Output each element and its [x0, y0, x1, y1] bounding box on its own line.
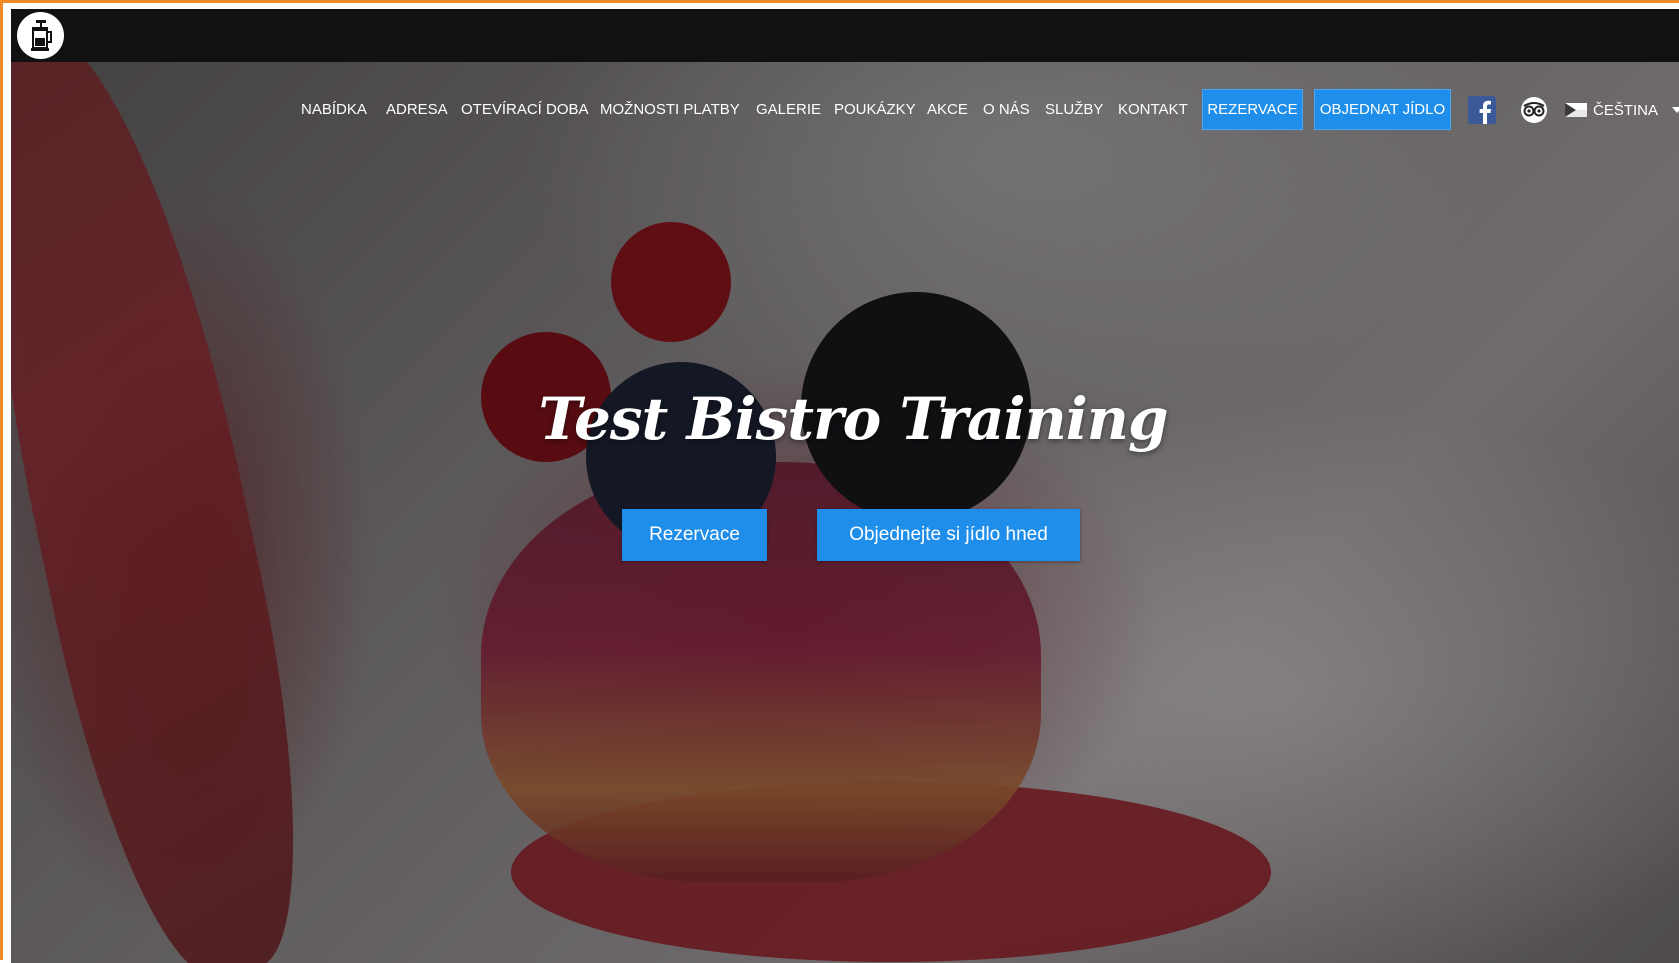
nav-item-kontakt[interactable]: KONTAKT	[1118, 88, 1188, 132]
browser-frame: NABÍDKA ADRESA OTEVÍRACÍ DOBA MOŽNOSTI P…	[0, 0, 1679, 963]
nav-item-poukazky[interactable]: POUKÁZKY	[834, 88, 916, 132]
top-bar	[11, 9, 1679, 62]
language-label: ČEŠTINA	[1593, 101, 1659, 119]
hero-reservation-button[interactable]: Rezervace	[622, 509, 767, 561]
order-food-button[interactable]: OBJEDNAT JÍDLO	[1314, 89, 1451, 130]
tripadvisor-icon	[1521, 97, 1547, 123]
chevron-down-icon	[1672, 107, 1679, 113]
main-navigation: NABÍDKA ADRESA OTEVÍRACÍ DOBA MOŽNOSTI P…	[3, 88, 1679, 132]
facebook-link[interactable]	[1468, 96, 1496, 124]
reservation-button[interactable]: REZERVACE	[1202, 89, 1303, 130]
nav-item-akce[interactable]: AKCE	[927, 88, 968, 132]
tripadvisor-link[interactable]	[1520, 96, 1548, 124]
hero-order-button[interactable]: Objednejte si jídlo hned	[817, 509, 1080, 561]
language-selector[interactable]: ČEŠTINA	[1565, 88, 1679, 132]
facebook-icon	[1468, 96, 1496, 124]
nav-item-o-nas[interactable]: O NÁS	[983, 88, 1030, 132]
nav-item-galerie[interactable]: GALERIE	[756, 88, 821, 132]
site-logo[interactable]	[17, 12, 64, 59]
nav-item-adresa[interactable]: ADRESA	[386, 88, 448, 132]
nav-item-sluzby[interactable]: SLUŽBY	[1045, 88, 1103, 132]
nav-item-moznosti-platby[interactable]: MOŽNOSTI PLATBY	[600, 88, 740, 132]
czech-flag-icon	[1565, 103, 1587, 117]
french-press-icon	[30, 19, 52, 51]
nav-item-nabidka[interactable]: NABÍDKA	[301, 88, 367, 132]
page-title: Test Bistro Training	[538, 385, 1168, 453]
nav-item-oteviraci-doba[interactable]: OTEVÍRACÍ DOBA	[461, 88, 589, 132]
